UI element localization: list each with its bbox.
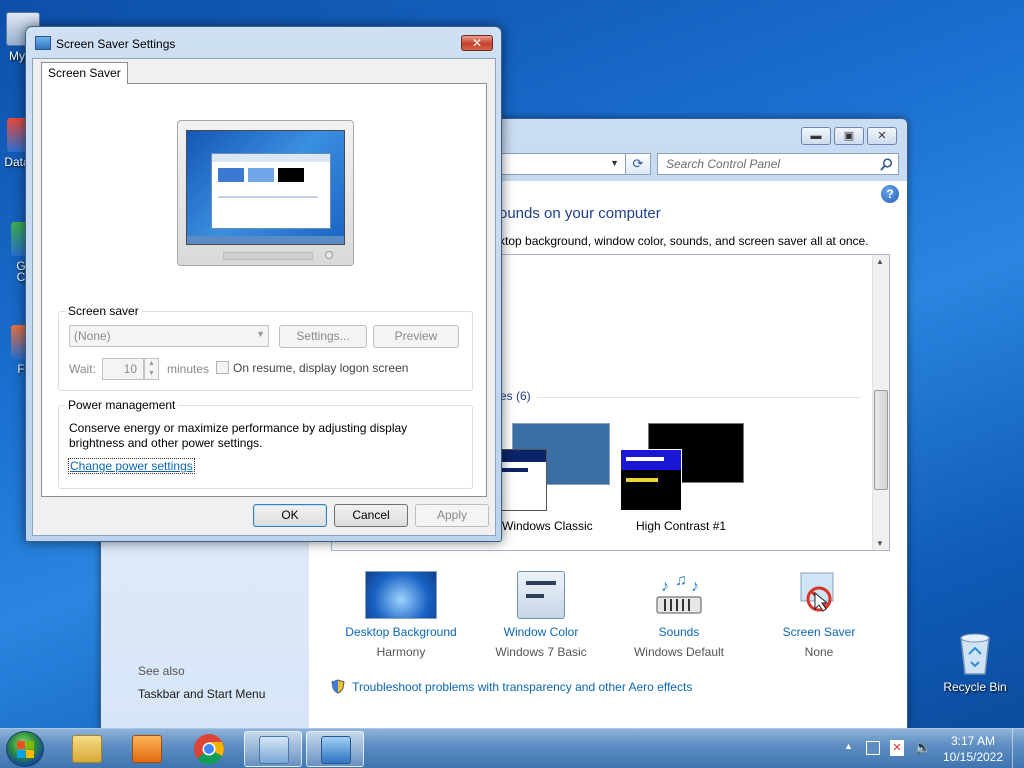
sounds-item[interactable]: ♪ ♫ ♪ Sounds Windows Default (609, 571, 749, 659)
window-color-item[interactable]: Window Color Windows 7 Basic (471, 571, 611, 659)
header-divider (537, 397, 861, 398)
screen-saver-group: Screen saver (None) ▼ Settings... Previe… (58, 304, 473, 391)
search-icon[interactable] (880, 158, 893, 171)
screen-saver-item[interactable]: Screen Saver None (749, 571, 889, 659)
dialog-body: Screen Saver Screen saver (None) ▼ Setti… (32, 58, 496, 536)
screen-saver-icon (800, 572, 834, 612)
shortcut-icon (7, 118, 27, 152)
windows-logo-icon (17, 741, 34, 758)
clock[interactable]: 3:17 AM 10/15/2022 (938, 733, 1008, 765)
screen-saver-settings-dialog[interactable]: Screen Saver Settings ✕ Screen Saver Scr… (25, 26, 502, 542)
wait-minutes-input[interactable]: 10 (102, 358, 144, 380)
window-color-icon (517, 571, 565, 619)
help-icon[interactable]: ? (881, 185, 899, 203)
address-bar[interactable]: ▼ (498, 153, 626, 175)
screen-saver-select[interactable]: (None) ▼ (69, 325, 269, 347)
taskbar: ▲ ✕ 🔈 3:17 AM 10/15/2022 (0, 728, 1024, 768)
scroll-up-arrow[interactable]: ▲ (876, 257, 884, 266)
minutes-label: minutes (167, 362, 210, 376)
control-panel-icon (259, 736, 289, 764)
close-button[interactable]: ✕ (867, 127, 897, 145)
scroll-thumb[interactable] (874, 390, 888, 490)
dialog-title: Screen Saver Settings (56, 37, 176, 51)
desktop-icon-recycle-bin[interactable]: Recycle Bin (940, 630, 1010, 694)
taskbar-start-menu-link[interactable]: Taskbar and Start Menu (138, 687, 265, 701)
change-power-settings-link[interactable]: Change power settings (68, 458, 195, 474)
monitor-preview (177, 120, 354, 266)
shield-icon (331, 679, 345, 694)
search-input[interactable]: Search Control Panel (657, 153, 899, 175)
chevron-down-icon: ▼ (256, 329, 265, 339)
preview-screen (186, 130, 345, 245)
cancel-button[interactable]: Cancel (334, 504, 408, 527)
desktop-background-item[interactable]: Desktop Background Harmony (331, 571, 471, 659)
ok-button[interactable]: OK (253, 504, 327, 527)
wait-spinner[interactable]: ▲ ▼ (144, 358, 159, 380)
resume-logon-checkbox[interactable]: On resume, display logon screen (216, 361, 408, 375)
see-also-label: See also (138, 664, 185, 678)
power-management-group: Power management Conserve energy or maxi… (58, 398, 473, 489)
theme-windows-classic[interactable]: Windows Classic (497, 423, 617, 533)
refresh-icon[interactable]: ⟳ (625, 153, 651, 175)
maximize-button[interactable]: ▣ (834, 127, 864, 145)
sounds-icon: ♪ ♫ ♪ (656, 572, 702, 614)
scroll-down-arrow[interactable]: ▼ (876, 539, 884, 548)
folder-icon (72, 735, 102, 763)
svg-text:♪: ♪ (661, 578, 669, 595)
chevron-down-icon[interactable]: ▼ (610, 158, 619, 168)
action-center-icon[interactable]: ✕ (890, 740, 904, 756)
troubleshoot-link[interactable]: Troubleshoot problems with transparency … (331, 679, 692, 694)
theme-scrollbar[interactable]: ▲ ▼ (872, 255, 889, 550)
show-hidden-icons[interactable]: ▲ (844, 741, 853, 751)
taskbar-screen-saver-settings[interactable] (306, 731, 364, 767)
minimize-button[interactable]: ▬ (801, 127, 831, 145)
preview-window (211, 153, 331, 229)
tab-panel: Screen saver (None) ▼ Settings... Previe… (41, 83, 487, 497)
settings-button[interactable]: Settings... (279, 325, 367, 348)
page-title: ounds on your computer (499, 205, 661, 222)
screen-saver-dialog-icon (35, 36, 51, 50)
theme-label: High Contrast #1 (636, 519, 727, 533)
apply-button[interactable]: Apply (415, 504, 489, 527)
chrome-icon (194, 734, 224, 765)
screen-saver-settings-icon (321, 736, 351, 764)
svg-text:♪: ♪ (691, 578, 699, 595)
svg-text:♫: ♫ (675, 572, 687, 589)
volume-icon[interactable]: 🔈 (914, 739, 931, 756)
power-led (325, 251, 333, 259)
page-description: ktop background, window color, sounds, a… (499, 234, 869, 248)
theme-window-preview (620, 449, 682, 511)
checkbox-box[interactable] (216, 361, 229, 374)
preview-button[interactable]: Preview (373, 325, 459, 348)
taskbar-chrome[interactable] (180, 731, 238, 767)
theme-label: Windows Classic (502, 519, 593, 533)
theme-window-preview (497, 449, 547, 511)
basic-themes-header: es (6) (500, 389, 531, 403)
close-button[interactable]: ✕ (461, 35, 493, 51)
network-icon[interactable] (866, 741, 880, 755)
theme-high-contrast-1[interactable]: High Contrast #1 (620, 423, 746, 533)
show-desktop-button[interactable] (1012, 729, 1024, 768)
desktop-background-icon (365, 571, 437, 619)
wait-label: Wait: (69, 362, 96, 376)
taskbar-explorer[interactable] (58, 731, 116, 767)
tab-screen-saver[interactable]: Screen Saver (41, 62, 128, 84)
start-button[interactable] (6, 731, 44, 767)
taskbar-media-player[interactable] (118, 731, 176, 767)
recycle-bin-icon (960, 633, 990, 675)
media-player-icon (132, 735, 162, 763)
power-description: Conserve energy or maximize performance … (69, 421, 408, 450)
taskbar-control-panel[interactable] (244, 731, 302, 767)
monitor-stand (223, 252, 313, 260)
